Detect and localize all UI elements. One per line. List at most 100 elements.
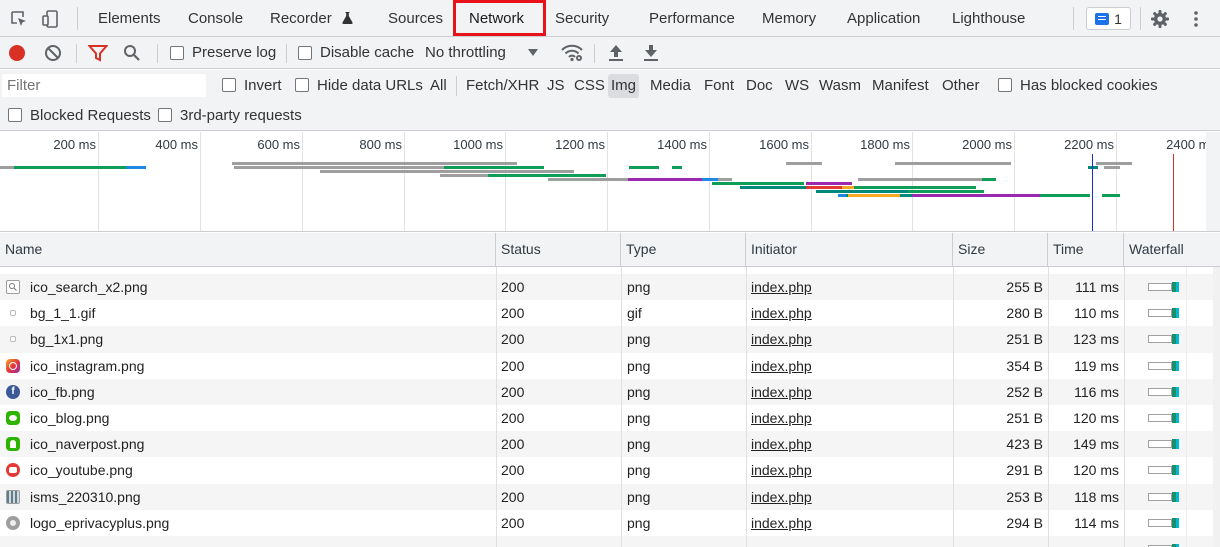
blocked-requests-checkbox[interactable]: Blocked Requests (8, 100, 151, 130)
download-icon (644, 44, 658, 61)
settings-gear-icon[interactable] (1149, 8, 1171, 30)
type-filter-fetch-xhr[interactable]: Fetch/XHR (464, 74, 541, 98)
type-filter-doc[interactable]: Doc (744, 74, 775, 98)
vertical-scrollbar[interactable] (1213, 267, 1220, 547)
column-divider[interactable] (1048, 267, 1049, 547)
invert-box (222, 78, 236, 92)
table-row[interactable]: logo_eprivacyplus.png 200 png index.php … (0, 510, 1220, 536)
column-header-name[interactable]: Name (0, 233, 496, 266)
network-overview-timeline[interactable]: 200 ms 400 ms 600 ms 800 ms 1000 ms 1200… (0, 132, 1220, 232)
column-header-status[interactable]: Status (496, 233, 621, 266)
more-options-kebab-icon[interactable] (1185, 8, 1207, 30)
status-cell: 200 (501, 436, 525, 453)
type-cell: png (627, 462, 651, 479)
waterfall-gridline (1186, 267, 1187, 547)
tab-performance[interactable]: Performance (649, 0, 735, 37)
type-filter-manifest[interactable]: Manifest (870, 74, 931, 98)
throttling-select[interactable]: No throttling (425, 37, 538, 68)
filter-toggle-button[interactable] (88, 37, 108, 68)
initiator-link[interactable]: index.php (751, 405, 812, 431)
tab-lighthouse[interactable]: Lighthouse (952, 0, 1025, 37)
device-toolbar-icon[interactable] (40, 8, 62, 30)
table-row[interactable]: ico_search_x2.png 200 png index.php 255 … (0, 274, 1220, 301)
table-row-partial[interactable] (0, 536, 1220, 547)
type-filter-all[interactable]: All (428, 74, 449, 98)
third-party-requests-checkbox[interactable]: 3rd-party requests (158, 100, 302, 130)
initiator-link[interactable]: index.php (751, 300, 812, 326)
toolbar-separator (76, 44, 77, 63)
tab-security[interactable]: Security (555, 0, 609, 37)
type-filter-other[interactable]: Other (940, 74, 982, 98)
type-filter-separator (456, 76, 457, 96)
table-row[interactable]: isms_220310.png 200 png index.php 253 B … (0, 483, 1220, 510)
load-event-marker (1173, 154, 1174, 231)
type-filter-img[interactable]: Img (608, 74, 640, 98)
type-filter-font[interactable]: Font (702, 74, 736, 98)
file-name: ico_search_x2.png (30, 279, 148, 295)
table-row[interactable]: f ico_fb.png 200 png index.php 252 B 116… (0, 378, 1220, 405)
column-header-initiator[interactable]: Initiator (746, 233, 953, 266)
table-row[interactable]: ico_blog.png 200 png index.php 251 B 120… (0, 405, 1220, 431)
tab-recorder[interactable]: Recorder (270, 0, 353, 37)
type-filter-css[interactable]: CSS (572, 74, 607, 98)
column-divider[interactable] (621, 267, 622, 547)
size-cell: 251 B (1006, 410, 1043, 426)
initiator-link[interactable]: index.php (751, 457, 812, 483)
initiator-link[interactable]: index.php (751, 326, 812, 352)
column-header-size[interactable]: Size (953, 233, 1048, 266)
initiator-link[interactable]: index.php (751, 431, 812, 457)
type-filter-js[interactable]: JS (545, 74, 567, 98)
tab-console[interactable]: Console (188, 0, 243, 37)
preserve-log-checkbox[interactable]: Preserve log (170, 37, 276, 68)
youtube-icon (6, 463, 20, 478)
has-blocked-cookies-checkbox[interactable]: Has blocked cookies (998, 70, 1158, 100)
hide-data-urls-checkbox[interactable]: Hide data URLs (295, 70, 423, 100)
initiator-link[interactable]: index.php (751, 353, 812, 379)
name-cell: f ico_fb.png (6, 379, 494, 405)
name-cell: bg_1x1.png (6, 326, 494, 352)
table-row[interactable]: bg_1_1.gif 200 gif index.php 280 B 110 m… (0, 300, 1220, 326)
initiator-link[interactable]: index.php (751, 510, 812, 536)
clear-button[interactable] (44, 37, 62, 68)
timeline-request-bar (895, 162, 1011, 165)
column-divider[interactable] (746, 267, 747, 547)
table-row[interactable]: ico_youtube.png 200 png index.php 291 B … (0, 457, 1220, 483)
tab-application[interactable]: Application (847, 0, 920, 37)
tab-memory[interactable]: Memory (762, 0, 816, 37)
column-header-time[interactable]: Time (1048, 233, 1124, 266)
network-conditions-button[interactable] (561, 37, 583, 68)
filter-input[interactable] (2, 74, 206, 97)
tab-sources[interactable]: Sources (388, 0, 443, 37)
inspect-element-icon[interactable] (8, 8, 30, 30)
tab-elements[interactable]: Elements (98, 0, 161, 37)
timeline-request-bar (126, 166, 146, 169)
type-filter-ws[interactable]: WS (783, 74, 811, 98)
invert-checkbox[interactable]: Invert (222, 70, 282, 100)
table-row[interactable]: ico_instagram.png 200 png index.php 354 … (0, 353, 1220, 379)
timeline-request-bar (838, 194, 846, 197)
toolbar-separator (157, 44, 158, 63)
type-filter-media[interactable]: Media (648, 74, 693, 98)
status-cell: 200 (501, 279, 525, 295)
table-row[interactable]: ico_naverpost.png 200 png index.php 423 … (0, 431, 1220, 458)
import-har-button[interactable] (608, 37, 624, 68)
search-button[interactable] (123, 37, 141, 68)
column-header-type[interactable]: Type (621, 233, 746, 266)
timeline-request-bar (718, 178, 732, 181)
timeline-request-bar (1096, 162, 1132, 165)
table-row[interactable]: bg_1x1.png 200 png index.php 251 B 123 m… (0, 326, 1220, 353)
initiator-link[interactable]: index.php (751, 484, 812, 510)
initiator-link[interactable]: index.php (751, 379, 812, 405)
column-divider[interactable] (496, 267, 497, 547)
disable-cache-checkbox[interactable]: Disable cache (298, 37, 414, 68)
export-har-button[interactable] (643, 37, 659, 68)
column-divider[interactable] (953, 267, 954, 547)
timeline-request-bar (806, 186, 842, 189)
type-filter-wasm[interactable]: Wasm (817, 74, 863, 98)
column-header-waterfall[interactable]: Waterfall (1124, 233, 1220, 266)
record-button[interactable] (9, 37, 25, 68)
column-divider[interactable] (1124, 267, 1125, 547)
issues-counter-button[interactable]: 1 (1086, 7, 1131, 30)
timeline-gridline (505, 132, 506, 231)
initiator-link[interactable]: index.php (751, 274, 812, 300)
